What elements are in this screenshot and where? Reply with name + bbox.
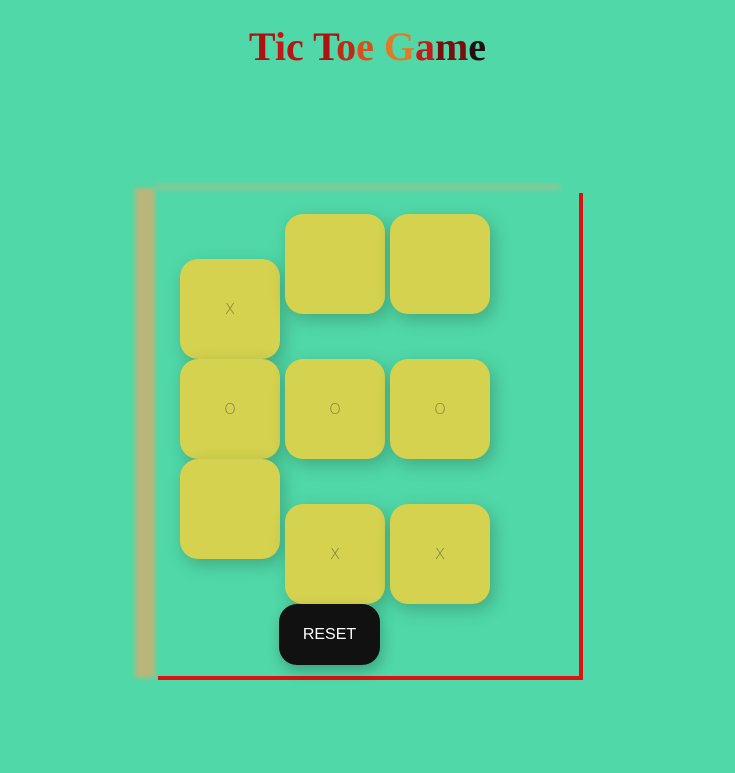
board-cell-8[interactable]: X (285, 504, 385, 604)
board-frame-left (135, 188, 155, 678)
board-cell-7[interactable] (180, 459, 280, 559)
board-cell-6[interactable]: O (390, 359, 490, 459)
board-frame-bottom (158, 676, 583, 680)
board-frame-right (579, 193, 583, 680)
board-cell-9[interactable]: X (390, 504, 490, 604)
board-cell-1[interactable]: X (180, 259, 280, 359)
board-cell-2[interactable] (285, 214, 385, 314)
board-cell-5[interactable]: O (285, 359, 385, 459)
board-cell-4[interactable]: O (180, 359, 280, 459)
reset-button[interactable]: RESET (279, 604, 380, 665)
game-board: X O O O X X RESET (0, 0, 735, 773)
board-cell-3[interactable] (390, 214, 490, 314)
board-frame-top (155, 184, 560, 190)
